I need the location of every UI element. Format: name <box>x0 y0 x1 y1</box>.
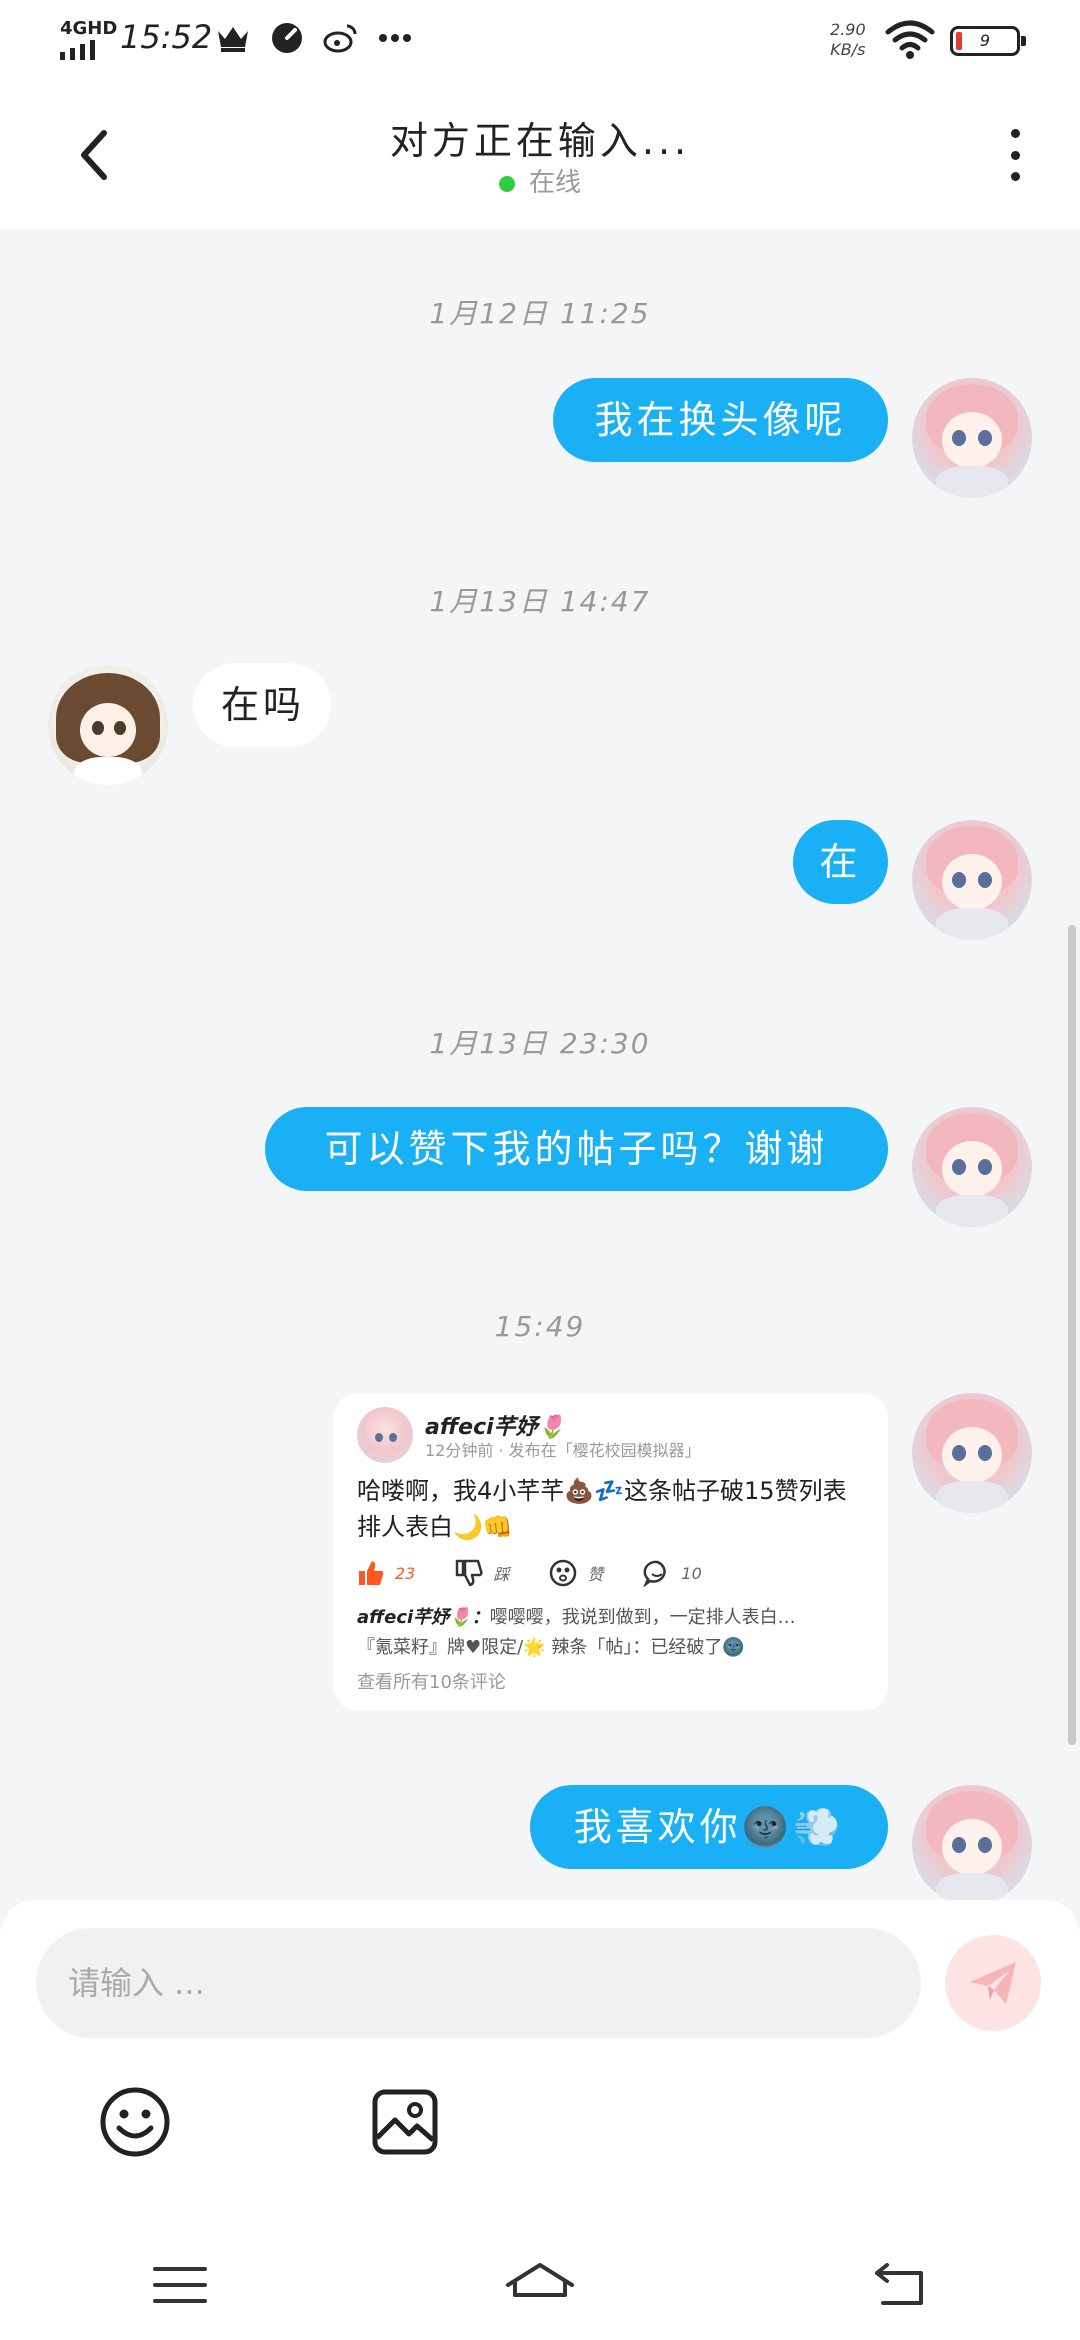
timestamp: 1月13日 14:47 <box>429 585 651 618</box>
reaction-label: 赞 <box>587 1565 604 1584</box>
message-bubble-received[interactable]: 在吗 <box>193 663 331 747</box>
view-all-comments-link[interactable]: 查看所有10条评论 <box>357 1668 506 1694</box>
post-text: 哈喽啊，我4小芊芊💩💤这条帖子破15赞列表排人表白🌙👊 <box>357 1477 847 1541</box>
dislike-button[interactable]: 踩 <box>455 1559 509 1587</box>
shared-post-card[interactable]: affeci芊妤🌷 12分钟前 · 发布在「樱花校园模拟器」 哈喽啊，我4小芊芊… <box>333 1393 888 1711</box>
message-bubble-sent[interactable]: 可以赞下我的帖子吗？谢谢 <box>265 1107 888 1191</box>
more-dots-icon <box>377 20 413 56</box>
my-avatar[interactable] <box>912 1393 1032 1513</box>
battery-icon: 9 <box>950 26 1026 56</box>
status-bar: 4GHD 15:52 2.90 KB/s 9 <box>0 0 1080 80</box>
image-icon <box>372 2089 438 2155</box>
contact-avatar[interactable] <box>48 665 168 785</box>
post-author-avatar <box>357 1407 413 1463</box>
weibo-icon <box>323 20 359 56</box>
status-time: 15:52 <box>120 18 213 56</box>
send-button[interactable] <box>945 1935 1041 2031</box>
message-bubble-sent[interactable]: 在 <box>793 820 888 904</box>
more-vertical-icon[interactable] <box>995 125 1035 185</box>
scrollbar[interactable] <box>1068 925 1076 1745</box>
thumbs-up-icon <box>357 1559 385 1587</box>
top-comment-line2: 『氪菜籽』牌♥限定/🌟 辣条「帖」：已经破了🌚 <box>357 1637 745 1658</box>
comment-button[interactable]: 10 <box>643 1559 702 1587</box>
network-type: 4GHD <box>60 18 118 39</box>
system-nav-bar <box>0 2230 1080 2340</box>
my-avatar[interactable] <box>912 1785 1032 1905</box>
message-input[interactable]: 请输入 ... <box>36 1928 921 2038</box>
top-comment: affeci芊妤🌷：嘤嘤嘤，我说到做到，一定排人表白… <box>357 1603 867 1633</box>
timestamp: 1月13日 23:30 <box>429 1027 651 1060</box>
back-icon <box>875 2263 923 2305</box>
thumbs-down-icon <box>455 1559 483 1587</box>
post-meta: 12分钟前 · 发布在「樱花校园模拟器」 <box>425 1441 701 1460</box>
send-icon <box>970 1962 1016 2004</box>
my-avatar[interactable] <box>912 378 1032 498</box>
timestamp: 1月12日 11:25 <box>429 297 651 330</box>
reaction-button[interactable]: 赞 <box>549 1559 603 1587</box>
notification-icons <box>215 20 413 56</box>
crown-icon <box>215 20 251 56</box>
comment-author: affeci芊妤🌷： <box>357 1607 490 1628</box>
my-avatar[interactable] <box>912 1107 1032 1227</box>
post-actions: 23 踩 赞 10 <box>357 1553 867 1593</box>
comment-icon <box>643 1559 671 1587</box>
network-speed: 2.90 KB/s <box>830 20 866 60</box>
image-button[interactable] <box>365 2082 445 2162</box>
shocked-face-icon <box>549 1559 577 1587</box>
home-button[interactable] <box>360 2230 720 2340</box>
message-bubble-sent[interactable]: 我喜欢你🌚💨 <box>530 1785 888 1869</box>
online-dot <box>498 175 515 192</box>
online-label: 在线 <box>528 168 581 198</box>
comment-count: 10 <box>681 1563 702 1583</box>
battery-level: 9 <box>979 31 991 50</box>
speed-unit: KB/s <box>830 40 866 59</box>
message-bubble-sent[interactable]: 我在换头像呢 <box>553 378 888 462</box>
comment-text: 嘤嘤嘤，我说到做到，一定排人表白… <box>489 1607 796 1628</box>
wifi-icon <box>885 20 935 59</box>
home-icon <box>506 2263 574 2297</box>
like-button[interactable]: 23 <box>357 1559 415 1587</box>
timestamp: 15:49 <box>494 1310 586 1343</box>
speedometer-icon <box>269 20 305 56</box>
dislike-label: 踩 <box>493 1565 510 1584</box>
my-avatar[interactable] <box>912 820 1032 940</box>
back-button[interactable] <box>720 2230 1080 2340</box>
online-status: 在线 <box>0 162 1080 199</box>
emoji-icon <box>100 2087 170 2157</box>
like-count: 23 <box>395 1563 416 1583</box>
menu-icon <box>153 2267 207 2303</box>
menu-button[interactable] <box>0 2230 360 2340</box>
chat-header: 对方正在输入... 在线 <box>0 80 1080 230</box>
chat-title: 对方正在输入... <box>389 119 691 163</box>
speed-value: 2.90 <box>830 20 866 39</box>
emoji-button[interactable] <box>95 2082 175 2162</box>
signal-icon <box>60 40 95 60</box>
